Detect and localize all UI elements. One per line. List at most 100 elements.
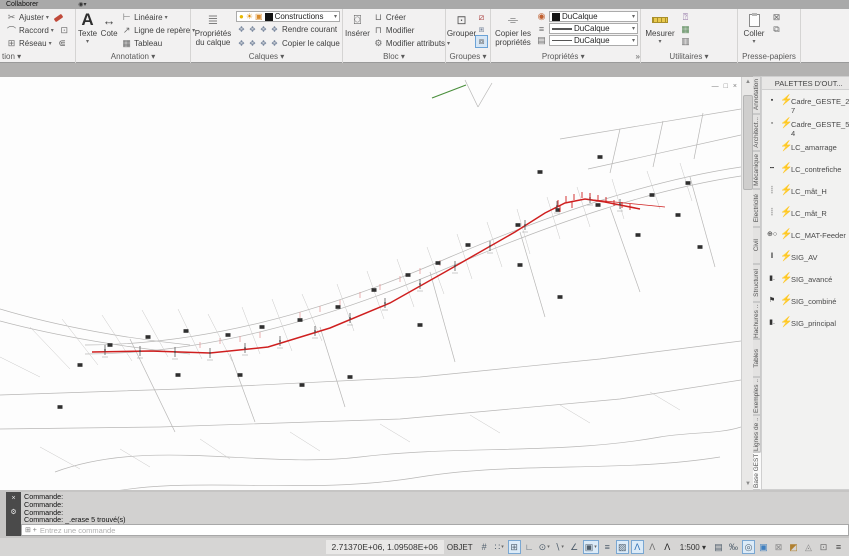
annotation-autoscale-icon[interactable]: Λ [646,540,659,554]
palette-item-sig-combin-[interactable]: ⚑⚡SIG_combiné [766,296,849,314]
isodraft-icon[interactable]: ∖▾ [553,540,566,554]
palette-item-cadre-geste-29[interactable]: ▪⚡Cadre_GESTE_29 7 [766,96,849,115]
annotation-visibility-icon[interactable]: Λ [631,540,644,554]
copier-le-calque-button[interactable]: ❖❖❖❖ Copier le calque [236,37,340,50]
panel-overflow-icon[interactable]: » [636,51,640,63]
annotation-monitor-icon[interactable]: ‰ [727,540,740,554]
isolate-objects-icon[interactable]: ◩ [787,540,800,554]
cut-icon[interactable]: ⊠ [771,12,782,23]
panel-label-groupes[interactable]: Groupes ▾ [446,51,490,63]
palette-tab-structurel[interactable]: Structurel [753,264,761,302]
palette-tab-civil[interactable]: Civil [753,227,761,265]
palette-title[interactable]: PALETTES D'OUT... [762,77,849,90]
copier-les-proprietes-button[interactable]: ⌯ Copier les propriétés [493,11,533,47]
ajuster-button[interactable]: ✂ Ajuster ▾ [6,11,63,24]
palette-item-lc-m-t-h[interactable]: ┊⚡LC_mât_H [766,186,849,204]
graphics-performance-icon[interactable]: ◎ [742,540,755,554]
grid-icon[interactable]: # [478,540,491,554]
annotation-scale-icon[interactable]: Λ [661,540,674,554]
chevron-down-icon[interactable]: ▾ [547,544,550,550]
palette-tab-base-geste[interactable]: Base GESTE [753,452,761,490]
ortho-icon[interactable]: ∟ [523,540,536,554]
vertical-scrollbar[interactable]: ▲ ▼ [741,77,753,490]
inserer-button[interactable]: ⌼ Insérer [345,11,370,38]
copy-clip-icon[interactable]: ⧉ [771,24,782,35]
layer-combo[interactable]: ● ☀ ▣ Constructions ▾ [236,11,340,22]
copy-icon[interactable]: ⊡ [59,25,70,36]
chevron-down-icon[interactable]: ▾ [594,544,597,550]
clean-screen-icon[interactable]: ⊡ [817,540,830,554]
palette-tab-annotation[interactable]: Annotation [753,76,761,114]
snap-icon[interactable]: ∷▾ [493,540,506,554]
cote-button[interactable]: ↔ Cote [100,11,118,38]
group-selection-toggle-icon[interactable]: ⧇ [476,36,487,47]
raccord-button[interactable]: ⌒ Raccord ▾ ⊡ [6,24,70,37]
panel-label-calques[interactable]: Calques ▾ [191,51,342,63]
chevron-down-icon[interactable]: ▾ [501,544,504,550]
texte-button[interactable]: A Texte ▾ [78,11,97,45]
palette-item-lc-mat-feeder[interactable]: ⊕○⚡LC_MAT-Feeder [766,230,849,248]
palette-item-sig-principal[interactable]: ▮.⚡SIG_principal [766,318,849,336]
panel-label-proprietes[interactable]: Propriétés ▾ » [491,51,640,63]
dynamic-input-icon[interactable]: ⊞ [508,540,521,554]
panel-label-utilitaires[interactable]: Utilitaires ▾ [641,51,737,63]
customization-menu-icon[interactable]: ≡ [832,540,845,554]
palette-tab-architect-[interactable]: Architect... [753,114,761,152]
osnap-tracking-icon[interactable]: ∠ [568,540,581,554]
bloc-creer-button[interactable]: ⊔ Créer [373,11,450,24]
drawing-canvas[interactable]: — □ × [0,77,741,490]
reseau-button[interactable]: ⊞ Réseau ▾ ⋐ [6,37,68,50]
panel-label-presse-papiers[interactable]: Presse-papiers [738,51,800,63]
command-customize-icon[interactable]: ⚙ [10,509,16,517]
palette-tab-hachures-[interactable]: Hachures ... [753,302,761,340]
palette-item-lc-amarrage[interactable]: ⚡LC_amarrage [766,142,849,160]
bloc-modifier-attributs-button[interactable]: ⚙ Modifier attributs ▾ [373,37,450,50]
palette-item-sig-avanc-[interactable]: ▮.⚡SIG_avancé [766,274,849,292]
trusted-location-icon[interactable]: ⊠ [772,540,785,554]
palette-tab--lectricit-[interactable]: Électricité [753,189,761,227]
minimize-icon[interactable]: — [712,83,719,90]
mirror-icon[interactable]: ⋐ [57,38,68,49]
chevron-down-icon[interactable]: ▾ [561,544,564,550]
close-icon[interactable]: × [733,83,737,90]
osnap-icon[interactable]: ▣▾ [583,540,599,554]
mesurer-button[interactable]: Mesurer ▾ [643,11,677,45]
quick-calc-icon[interactable]: ▦ [680,24,691,35]
ligne-de-repere-button[interactable]: ↗ Ligne de repère ▾ [121,24,195,37]
transparency-icon[interactable]: ▨ [616,540,629,554]
palette-tab-exemples-[interactable]: Exemples ... [753,377,761,415]
restore-icon[interactable]: □ [724,83,728,90]
grouper-button[interactable]: ⊡ Grouper [448,11,475,38]
command-input[interactable] [40,526,848,535]
lineaire-button[interactable]: ⊢ Linéaire ▾ [121,11,195,24]
ungroup-icon[interactable]: ⧄ [476,12,487,23]
tab-collaborer[interactable]: Collaborer [6,0,38,9]
color-combo[interactable]: DuCalque ▾ [549,11,638,22]
proprietes-du-calque-button[interactable]: ≣ Propriétés du calque [193,11,233,47]
tableau-button[interactable]: ▦ Tableau [121,37,195,50]
palette-item-cadre-geste-59[interactable]: ▫⚡Cadre_GESTE_59 4 [766,119,849,138]
command-close-icon[interactable]: × [11,495,15,503]
bloc-modifier-button[interactable]: ⊓ Modifier [373,24,450,37]
panel-label-annotation[interactable]: Annotation ▾ [76,51,190,63]
coller-button[interactable]: Coller ▾ [740,11,768,45]
palette-tab-tables[interactable]: Tables [753,339,761,377]
map[interactable] [0,77,741,490]
annotation-scale-button[interactable]: 1:500 ▾ [677,543,709,552]
polar-tracking-icon[interactable]: ⊙▾ [538,540,551,554]
palette-tab-lignes-de-[interactable]: Lignes de ... [753,415,761,453]
autodesk-app-icon[interactable]: ▣ [757,540,770,554]
palette-item-lc-m-t-r[interactable]: ┊⚡LC_mât_R [766,208,849,226]
palette-item-sig-av[interactable]: ‖⚡SIG_AV [766,252,849,270]
quick-select-icon[interactable]: ⍰ [680,12,691,23]
record-dropdown-icon[interactable]: ◉▾ [78,1,86,8]
rendre-courant-button[interactable]: ❖❖❖❖ Rendre courant [236,23,340,36]
group-edit-icon[interactable]: ⧆ [476,24,487,35]
panel-label-modification[interactable]: tion ▾ [0,51,75,63]
lineweight-combo[interactable]: DuCalque ▾ [549,23,638,34]
performance-recorder-icon[interactable]: ◬ [802,540,815,554]
palette-tab-m-canique[interactable]: Mécanique [753,151,761,189]
linetype-combo[interactable]: DuCalque ▾ [549,35,638,46]
scrollbar-thumb[interactable] [743,95,753,190]
lineweight-icon[interactable]: ≡ [601,540,614,554]
